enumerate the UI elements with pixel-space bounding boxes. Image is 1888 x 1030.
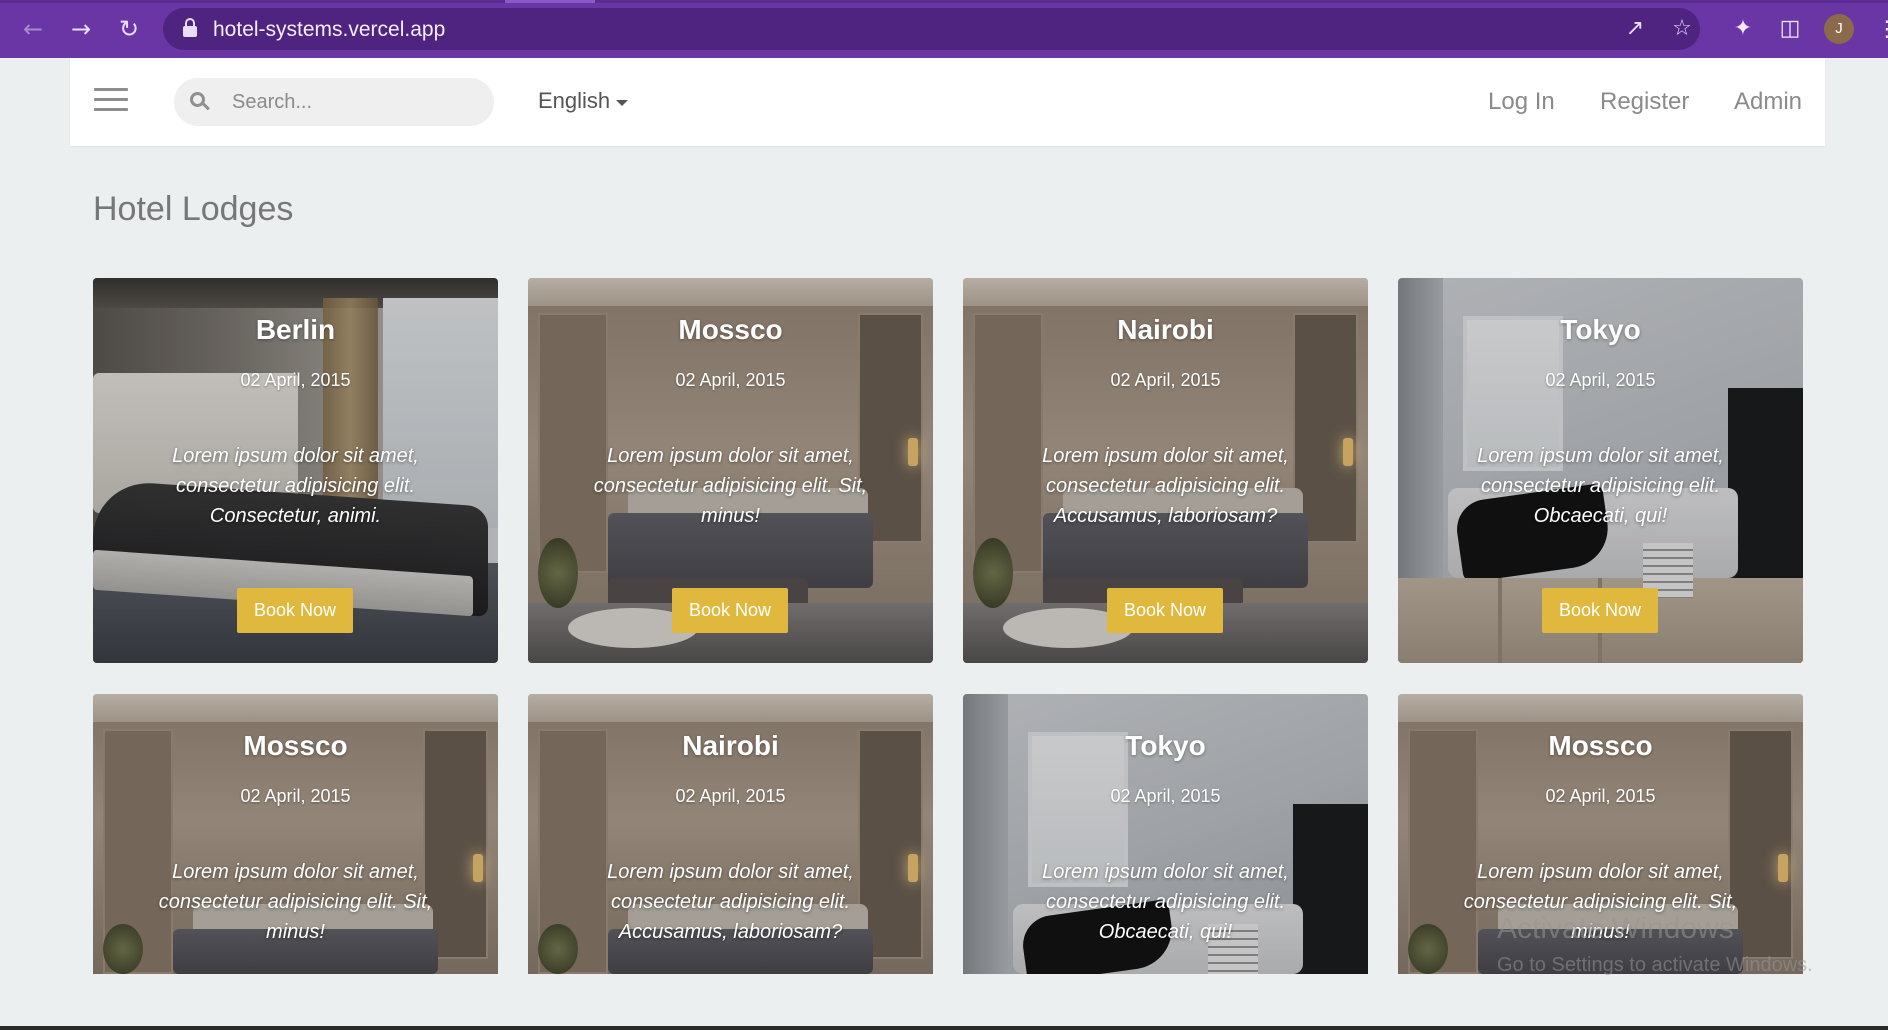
search-input[interactable] [232, 78, 482, 126]
hamburger-menu-icon[interactable] [94, 88, 128, 112]
more-menu-icon[interactable]: ⋮ [1876, 14, 1888, 44]
hotel-description: Lorem ipsum dolor sit amet, consectetur … [1042, 445, 1289, 527]
hotel-date: 02 April, 2015 [1545, 786, 1656, 806]
hotel-name: Berlin [255, 314, 336, 345]
hotel-description: Lorem ipsum dolor sit amet, consectetur … [607, 861, 854, 943]
book-now-button[interactable]: Book Now [237, 588, 353, 633]
taskbar-edge [0, 1026, 1888, 1030]
page-title: Hotel Lodges [93, 190, 294, 228]
search-bar[interactable] [174, 78, 494, 126]
hotel-date: 02 April, 2015 [240, 786, 351, 806]
hotel-date: 02 April, 2015 [240, 370, 351, 390]
language-selector[interactable]: English [538, 88, 610, 114]
hotel-date: 02 April, 2015 [675, 370, 786, 390]
hotel-name: Mossco [678, 314, 783, 345]
hotel-card-tokyo: Tokyo 02 April, 2015 Lorem ipsum dolor s… [1398, 278, 1803, 663]
hotel-date: 02 April, 2015 [1110, 370, 1221, 390]
hotel-name: Mossco [1548, 730, 1653, 761]
address-bar[interactable]: hotel-systems.vercel.app ↗ ☆ [163, 8, 1700, 50]
search-icon [190, 92, 210, 112]
share-icon[interactable]: ↗ [1622, 16, 1648, 42]
url-text[interactable]: hotel-systems.vercel.app [213, 18, 445, 42]
windows-activation-watermark: Activate Windows Go to Settings to activ… [1497, 912, 1813, 976]
book-now-button[interactable]: Book Now [1542, 588, 1658, 633]
back-arrow-icon[interactable]: ← [18, 14, 48, 44]
hotel-card-nairobi: Nairobi 02 April, 2015 Lorem ipsum dolor… [963, 278, 1368, 663]
hotel-card-mossco: Mossco 02 April, 2015 Lorem ipsum dolor … [93, 694, 498, 974]
extensions-puzzle-icon[interactable]: ✦ [1728, 14, 1758, 44]
hotel-description: Lorem ipsum dolor sit amet, consectetur … [158, 861, 433, 943]
watermark-title: Activate Windows [1497, 912, 1734, 945]
hotel-name: Tokyo [1125, 730, 1206, 761]
register-link[interactable]: Register [1600, 88, 1689, 116]
browser-toolbar: ← → ↻ hotel-systems.vercel.app ↗ ☆ ✦ ◫ J… [0, 0, 1888, 58]
chevron-down-icon[interactable] [616, 100, 628, 106]
hotel-description: Lorem ipsum dolor sit amet, consectetur … [1477, 445, 1724, 527]
profile-avatar[interactable]: J [1824, 14, 1854, 44]
hotel-description: Lorem ipsum dolor sit amet, consectetur … [593, 445, 868, 527]
hotel-name: Mossco [243, 730, 348, 761]
forward-arrow-icon[interactable]: → [66, 14, 96, 44]
hotel-card-nairobi: Nairobi 02 April, 2015 Lorem ipsum dolor… [528, 694, 933, 974]
reload-icon[interactable]: ↻ [114, 14, 144, 44]
hotel-description: Lorem ipsum dolor sit amet, consectetur … [172, 445, 419, 527]
hotel-name: Nairobi [682, 730, 779, 761]
hotel-card-tokyo: Tokyo 02 April, 2015 Lorem ipsum dolor s… [963, 694, 1368, 974]
hotel-date: 02 April, 2015 [1110, 786, 1221, 806]
site-header: English Log In Register Admin [70, 58, 1825, 146]
hotel-date: 02 April, 2015 [675, 786, 786, 806]
lock-icon[interactable] [183, 18, 197, 38]
active-tab-indicator [505, 0, 595, 3]
book-now-button[interactable]: Book Now [1107, 588, 1223, 633]
login-link[interactable]: Log In [1488, 88, 1555, 116]
bookmark-star-icon[interactable]: ☆ [1669, 16, 1695, 42]
admin-link[interactable]: Admin [1734, 88, 1802, 116]
hotel-card-mossco: Mossco 02 April, 2015 Lorem ipsum dolor … [528, 278, 933, 663]
hotel-name: Tokyo [1560, 314, 1641, 345]
side-panel-icon[interactable]: ◫ [1775, 14, 1805, 44]
watermark-subtitle: Go to Settings to activate Windows. [1497, 954, 1813, 976]
book-now-button[interactable]: Book Now [672, 588, 788, 633]
tab-strip-edge [0, 0, 1888, 3]
hotel-name: Nairobi [1117, 314, 1214, 345]
hotel-date: 02 April, 2015 [1545, 370, 1656, 390]
hotel-description: Lorem ipsum dolor sit amet, consectetur … [1042, 861, 1289, 943]
hotel-card-berlin: Berlin 02 April, 2015 Lorem ipsum dolor … [93, 278, 498, 663]
